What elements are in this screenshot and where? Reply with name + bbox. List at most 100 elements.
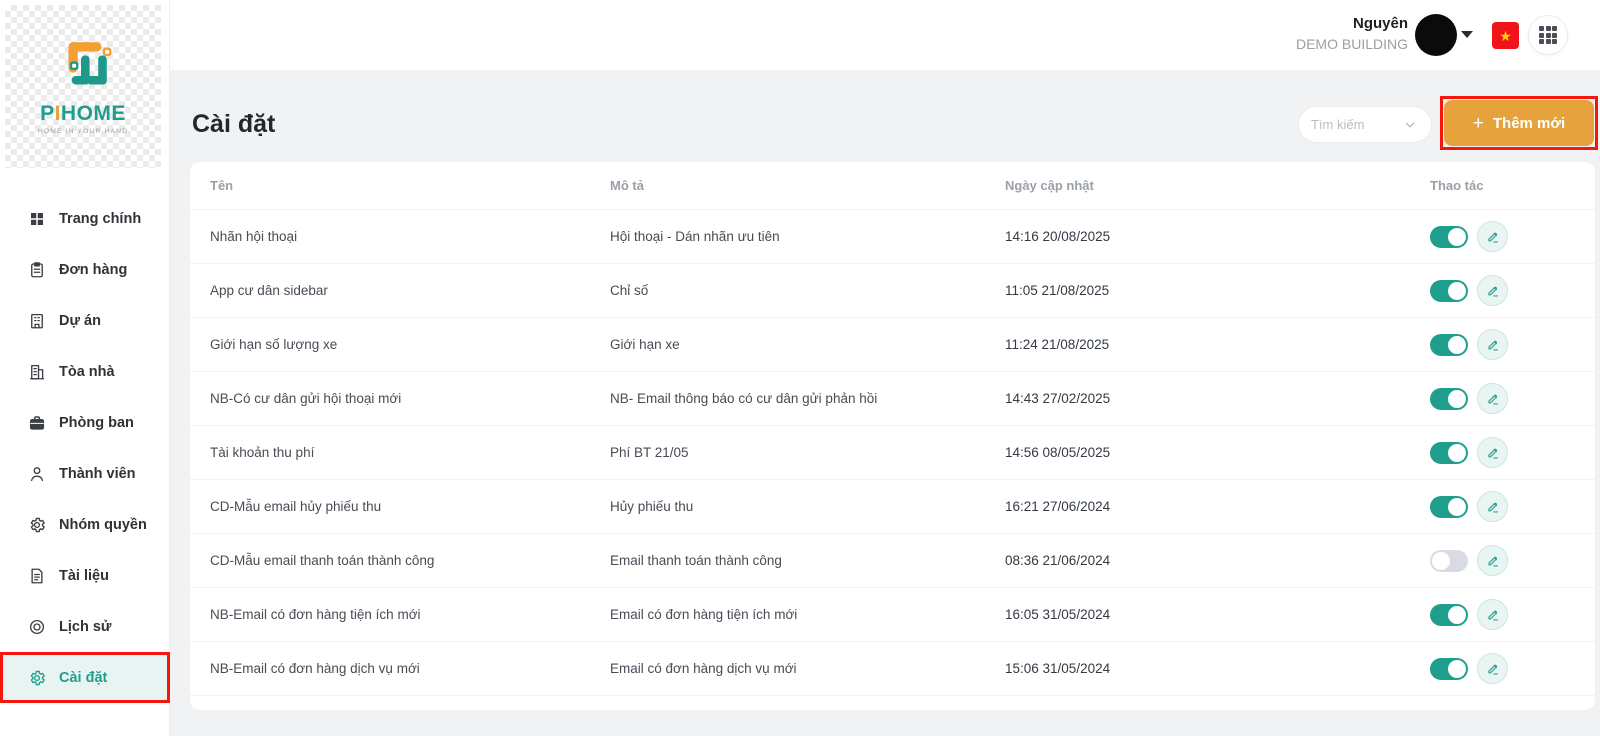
dashboard-icon <box>27 209 46 228</box>
setting-name: NB-Email có đơn hàng tiện ích mới <box>210 607 610 622</box>
sidebar-item-label: Tài liệu <box>59 568 109 584</box>
edit-button[interactable] <box>1477 221 1508 252</box>
sidebar-item-4[interactable]: Phòng ban <box>0 397 170 448</box>
toggle-knob <box>1448 390 1466 408</box>
setting-updated-at: 15:06 31/05/2024 <box>1005 661 1430 676</box>
pihome-logo-icon <box>50 39 116 101</box>
sidebar-item-0[interactable]: Trang chính <box>0 193 170 244</box>
pencil-icon <box>1486 500 1500 514</box>
user-name: Nguyên <box>1296 13 1408 34</box>
table-row: NB-Email có đơn hàng dịch vụ mới Email c… <box>190 642 1595 696</box>
setting-updated-at: 14:16 20/08/2025 <box>1005 229 1430 244</box>
enable-toggle[interactable] <box>1430 280 1468 302</box>
table-row: NB-Có cư dân gửi hội thoại mới NB- Email… <box>190 372 1595 426</box>
brand-tagline: HOME IN YOUR HAND <box>38 128 128 135</box>
toggle-knob <box>1432 552 1450 570</box>
edit-button[interactable] <box>1477 275 1508 306</box>
enable-toggle[interactable] <box>1430 604 1468 626</box>
sidebar-item-3[interactable]: Tòa nhà <box>0 346 170 397</box>
enable-toggle[interactable] <box>1430 658 1468 680</box>
settings-table: Tên Mô tả Ngày cập nhật Thao tác Nhãn hộ… <box>190 162 1595 710</box>
edit-button[interactable] <box>1477 329 1508 360</box>
user-info: Nguyên DEMO BUILDING <box>1296 13 1408 54</box>
setting-updated-at: 14:43 27/02/2025 <box>1005 391 1430 406</box>
toggle-knob <box>1448 606 1466 624</box>
setting-description: Chỉ số <box>610 283 1005 298</box>
chevron-down-icon[interactable] <box>1461 31 1473 38</box>
sidebar-item-5[interactable]: Thành viên <box>0 448 170 499</box>
history-icon <box>27 617 46 636</box>
setting-description: Phí BT 21/05 <box>610 445 1005 460</box>
table-body: Nhãn hội thoại Hội thoại - Dán nhãn ưu t… <box>190 210 1595 696</box>
setting-name: CD-Mẫu email thanh toán thành công <box>210 553 610 568</box>
avatar[interactable] <box>1415 14 1457 56</box>
toggle-knob <box>1448 660 1466 678</box>
search-box[interactable] <box>1298 106 1432 143</box>
enable-toggle[interactable] <box>1430 334 1468 356</box>
enable-toggle[interactable] <box>1430 388 1468 410</box>
toggle-knob <box>1448 228 1466 246</box>
sidebar-item-label: Đơn hàng <box>59 262 127 278</box>
table-row: Giới hạn số lượng xe Giới hạn xe 11:24 2… <box>190 318 1595 372</box>
edit-button[interactable] <box>1477 599 1508 630</box>
edit-button[interactable] <box>1477 653 1508 684</box>
sidebar-item-1[interactable]: Đơn hàng <box>0 244 170 295</box>
setting-name: NB-Email có đơn hàng dịch vụ mới <box>210 661 610 676</box>
enable-toggle[interactable] <box>1430 226 1468 248</box>
search-input[interactable] <box>1311 117 1397 132</box>
brand-logo: PIHOME HOME IN YOUR HAND <box>5 5 161 168</box>
table-row: NB-Email có đơn hàng tiện ích mới Email … <box>190 588 1595 642</box>
sidebar-menu: Trang chính Đơn hàng Dự án Tòa nhà Phòng… <box>0 193 170 703</box>
sidebar-item-6[interactable]: Nhóm quyền <box>0 499 170 550</box>
table-row: Tài khoản thu phí Phí BT 21/05 14:56 08/… <box>190 426 1595 480</box>
sidebar-item-7[interactable]: Tài liệu <box>0 550 170 601</box>
sidebar-item-label: Thành viên <box>59 466 136 482</box>
setting-description: Hủy phiếu thu <box>610 499 1005 514</box>
brand-name: PIHOME <box>40 103 126 124</box>
toggle-knob <box>1448 498 1466 516</box>
pencil-icon <box>1486 662 1500 676</box>
building-icon <box>27 362 46 381</box>
setting-description: Hội thoại - Dán nhãn ưu tiên <box>610 229 1005 244</box>
apps-menu-button[interactable] <box>1528 15 1568 55</box>
pencil-icon <box>1486 446 1500 460</box>
setting-description: Email thanh toán thành công <box>610 553 1005 568</box>
setting-description: NB- Email thông báo có cư dân gửi phản h… <box>610 391 1005 406</box>
star-icon: ★ <box>1499 29 1512 43</box>
add-new-button[interactable]: + Thêm mới <box>1444 100 1594 146</box>
sidebar-item-label: Dự án <box>59 313 101 329</box>
pencil-icon <box>1486 554 1500 568</box>
sidebar-item-label: Nhóm quyền <box>59 517 147 533</box>
sidebar-item-9[interactable]: Cài đặt <box>0 652 170 703</box>
setting-description: Giới hạn xe <box>610 337 1005 352</box>
sidebar-item-8[interactable]: Lịch sử <box>0 601 170 652</box>
edit-button[interactable] <box>1477 545 1508 576</box>
sidebar-item-2[interactable]: Dự án <box>0 295 170 346</box>
documents-icon <box>27 566 46 585</box>
setting-name: Nhãn hội thoại <box>210 229 610 244</box>
edit-button[interactable] <box>1477 383 1508 414</box>
add-new-button-label: Thêm mới <box>1493 115 1565 132</box>
pencil-icon <box>1486 608 1500 622</box>
column-header-name: Tên <box>210 178 610 193</box>
setting-updated-at: 08:36 21/06/2024 <box>1005 553 1430 568</box>
setting-updated-at: 14:56 08/05/2025 <box>1005 445 1430 460</box>
column-header-updated: Ngày cập nhật <box>1005 178 1430 193</box>
table-row: App cư dân sidebar Chỉ số 11:05 21/08/20… <box>190 264 1595 318</box>
members-icon <box>27 464 46 483</box>
setting-updated-at: 11:05 21/08/2025 <box>1005 283 1430 298</box>
edit-button[interactable] <box>1477 437 1508 468</box>
setting-name: CD-Mẫu email hủy phiếu thu <box>210 499 610 514</box>
plus-icon: + <box>1473 114 1484 133</box>
sidebar-item-label: Lịch sử <box>59 619 111 635</box>
settings-icon <box>27 668 46 687</box>
project-icon <box>27 311 46 330</box>
sidebar-item-label: Tòa nhà <box>59 364 115 380</box>
enable-toggle[interactable] <box>1430 550 1468 572</box>
sidebar-item-label: Phòng ban <box>59 415 134 431</box>
edit-button[interactable] <box>1477 491 1508 522</box>
setting-name: Tài khoản thu phí <box>210 445 610 460</box>
language-flag-vietnam[interactable]: ★ <box>1492 22 1519 49</box>
enable-toggle[interactable] <box>1430 442 1468 464</box>
enable-toggle[interactable] <box>1430 496 1468 518</box>
